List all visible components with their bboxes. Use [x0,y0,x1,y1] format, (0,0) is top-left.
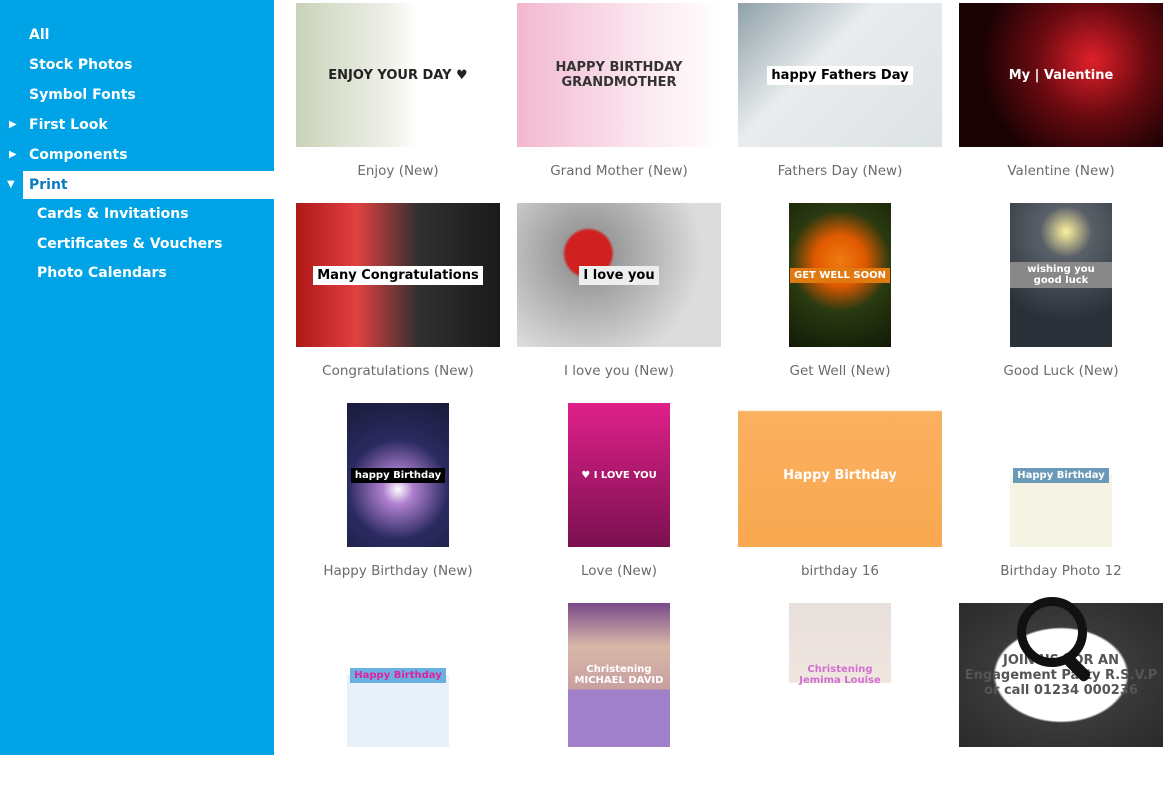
sidebar: All Stock Photos Symbol Fonts ▶ First Look ▶ C… [0,0,274,755]
thumbnail-text: Christening MICHAEL DAVID [574,664,664,686]
thumbnail-text: wishing you good luck [1010,262,1112,288]
thumbnail-text: Christening Jemima Louise [799,664,881,686]
template-card[interactable]: ♥ I LOVE YOU Love (New) [508,403,730,603]
caret-down-icon[interactable]: ▼ [7,171,15,199]
sidebar-item-label: Stock Photos [29,57,133,73]
template-card[interactable]: Happy Birthday Birthday Photo 12 [950,403,1172,603]
sidebar-item-first-look[interactable]: ▶ First Look [0,110,274,140]
template-caption: birthday 16 [800,563,880,579]
thumbnail-text: My | Valentine [1008,67,1114,83]
template-card[interactable]: wishing you good luck Good Luck (New) [950,203,1172,403]
template-card[interactable]: Many Congratulations Congratulations (New… [287,203,509,403]
template-thumbnail[interactable]: I love you [517,203,721,347]
template-card[interactable]: My | Valentine Valentine (New) [950,3,1172,203]
template-thumbnail[interactable]: Christening MICHAEL DAVID [568,603,670,747]
template-thumbnail[interactable]: Christening Jemima Louise [789,603,891,747]
template-thumbnail[interactable]: Many Congratulations [296,203,500,347]
template-card[interactable]: Christening Jemima Louise [729,603,951,803]
sidebar-item-stock-photos[interactable]: Stock Photos [0,50,274,80]
sidebar-item-label: Photo Calendars [37,265,167,282]
thumbnail-text: Happy Birthday [1013,467,1109,483]
sidebar-item-label: Cards & Invitations [37,206,189,222]
sidebar-item-all[interactable]: All [0,20,274,50]
caret-right-icon[interactable]: ▶ [9,110,17,140]
template-thumbnail[interactable]: Happy Birthday [347,603,449,747]
sidebar-item-photo-calendars[interactable]: Photo Calendars [0,259,274,289]
template-thumbnail[interactable]: GET WELL SOON [789,203,891,347]
template-thumbnail[interactable]: wishing you good luck [1010,203,1112,347]
sidebar-item-label: First Look [29,117,108,133]
template-card[interactable]: ENJOY YOUR DAY ♥ Enjoy (New) [287,3,509,203]
template-thumbnail[interactable]: My | Valentine [959,3,1163,147]
template-card[interactable]: Happy Birthday birthday 16 [729,403,951,603]
thumbnail-text: Many Congratulations [313,265,483,285]
sidebar-item-label: Certificates & Vouchers [37,235,223,252]
thumbnail-text: happy Fathers Day [767,65,913,85]
sidebar-item-label: Symbol Fonts [29,87,136,103]
thumbnail-text: Happy Birthday [783,467,897,483]
template-thumbnail[interactable]: Happy Birthday [738,403,942,547]
template-card[interactable]: HAPPY BIRTHDAY GRANDMOTHER Grand Mother (… [508,3,730,203]
template-caption: Love (New) [580,563,658,579]
template-thumbnail[interactable]: happy Fathers Day [738,3,942,147]
thumbnail-text: I love you [579,265,659,285]
sidebar-item-certificates-vouchers[interactable]: Certificates & Vouchers [0,230,274,260]
sidebar-item-label: Print [29,177,68,193]
template-thumbnail[interactable]: ♥ I LOVE YOU [568,403,670,547]
thumbnail-text: Happy Birthday [350,667,446,683]
template-card[interactable]: happy Fathers Day Fathers Day (New) [729,3,951,203]
template-card[interactable]: Christening MICHAEL DAVID [508,603,730,803]
thumbnail-text: GET WELL SOON [789,267,890,283]
sidebar-item-label: All [29,27,50,43]
sidebar-item-components[interactable]: ▶ Components [0,140,274,170]
search-magnifier-icon [1017,597,1087,667]
template-thumbnail[interactable]: HAPPY BIRTHDAY GRANDMOTHER [517,3,721,147]
template-caption: Get Well (New) [789,363,891,379]
template-caption: I love you (New) [564,363,674,379]
template-card[interactable]: GET WELL SOON Get Well (New) [729,203,951,403]
sidebar-item-cards-invitations[interactable]: Cards & Invitations [0,200,274,230]
thumbnail-text: HAPPY BIRTHDAY GRANDMOTHER [555,60,683,90]
sidebar-item-label: Components [29,147,128,163]
template-card[interactable]: happy Birthday Happy Birthday (New) [287,403,509,603]
thumbnail-text: ♥ I LOVE YOU [581,469,657,481]
template-card[interactable]: I love you I love you (New) [508,203,730,403]
template-caption: Congratulations (New) [322,363,474,379]
template-caption: Valentine (New) [1007,163,1115,179]
template-thumbnail[interactable]: Happy Birthday [1010,403,1112,547]
template-caption: Fathers Day (New) [777,163,903,179]
thumbnail-text: happy Birthday [350,467,446,483]
template-caption: Grand Mother (New) [550,163,688,179]
template-caption: Happy Birthday (New) [323,563,473,579]
template-caption: Birthday Photo 12 [1000,563,1122,579]
caret-right-icon[interactable]: ▶ [9,140,17,170]
template-caption: Good Luck (New) [1003,363,1119,379]
template-thumbnail[interactable]: ENJOY YOUR DAY ♥ [296,3,500,147]
sidebar-item-print[interactable]: ▼ Print [7,171,274,199]
thumbnail-text: ENJOY YOUR DAY ♥ [328,67,468,83]
template-card[interactable]: Happy Birthday [287,603,509,803]
template-caption: Enjoy (New) [357,163,439,179]
template-thumbnail[interactable]: happy Birthday [347,403,449,547]
sidebar-item-symbol-fonts[interactable]: Symbol Fonts [0,80,274,110]
